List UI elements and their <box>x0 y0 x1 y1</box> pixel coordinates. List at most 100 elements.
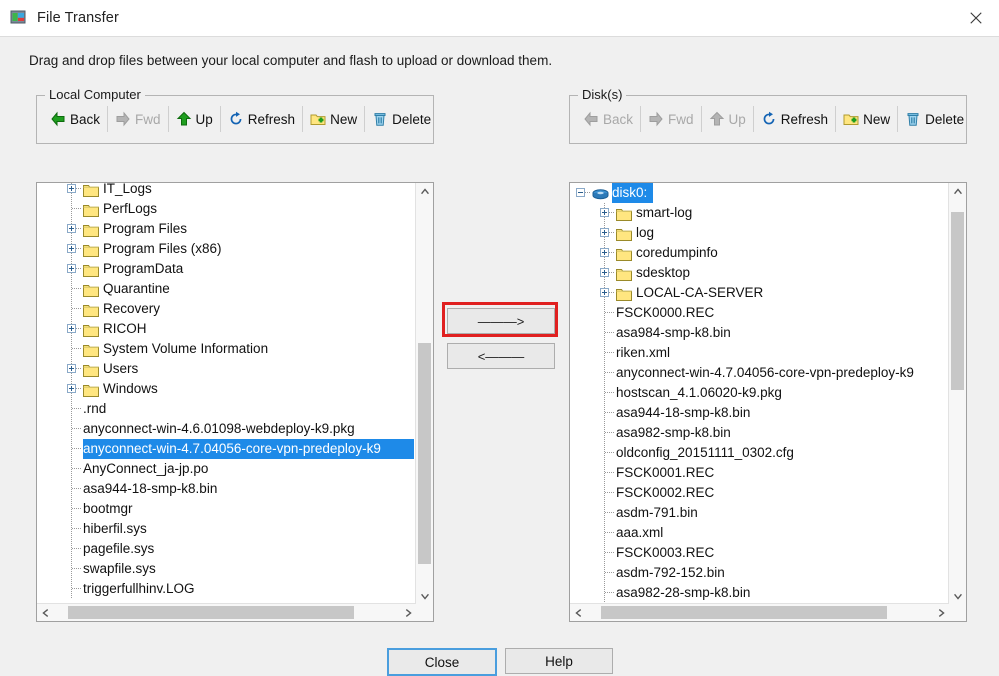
tree-row[interactable]: LOCAL-CA-SERVER <box>570 283 949 303</box>
tree-row[interactable]: FSCK0002.REC <box>570 483 949 503</box>
chevron-right-icon[interactable] <box>932 604 949 621</box>
tree-row[interactable]: IT_Logs <box>37 183 416 199</box>
disk-horizontal-scrollbar[interactable] <box>570 603 949 621</box>
tree-row[interactable]: asa944-18-smp-k8.bin <box>570 403 949 423</box>
tree-row[interactable]: Program Files (x86) <box>37 239 416 259</box>
tree-row[interactable]: triggerfullhinv.LOG <box>37 579 416 599</box>
tree-row[interactable]: log <box>570 223 949 243</box>
collapse-icon[interactable] <box>576 188 585 197</box>
tree-connector-line <box>605 452 615 453</box>
transfer-to-disk-label: ———> <box>477 313 525 329</box>
tree-row[interactable]: smart-log <box>570 203 949 223</box>
expand-icon[interactable] <box>600 288 609 297</box>
tree-row[interactable]: oldconfig_20151111_0302.cfg <box>570 443 949 463</box>
trash-icon <box>372 111 388 127</box>
expand-icon[interactable] <box>67 384 76 393</box>
tree-row[interactable]: RICOH <box>37 319 416 339</box>
tree-row[interactable]: swapfile.sys <box>37 559 416 579</box>
tree-row[interactable]: FSCK0003.REC <box>570 543 949 563</box>
transfer-to-local-button[interactable]: <——— <box>447 343 555 369</box>
local-file-tree-panel[interactable]: IT_Logs PerfLogs Program Files Program File… <box>36 182 434 622</box>
tree-row[interactable]: anyconnect-win-4.6.01098-webdeploy-k9.pk… <box>37 419 416 439</box>
tree-row-label: asa944-18-smp-k8.bin <box>83 481 218 496</box>
local-vertical-scrollbar[interactable] <box>415 183 433 604</box>
tree-row[interactable]: riken.xml <box>570 343 949 363</box>
tree-row[interactable]: FSCK0000.REC <box>570 303 949 323</box>
tree-row-label: Program Files <box>103 221 188 236</box>
local-file-tree[interactable]: IT_Logs PerfLogs Program Files Program File… <box>37 183 416 604</box>
tree-row[interactable]: PerfLogs <box>37 199 416 219</box>
tree-row[interactable]: pagefile.sys <box>37 539 416 559</box>
folder-icon <box>83 283 99 297</box>
tree-row[interactable]: .rnd <box>37 399 416 419</box>
disk-file-tree[interactable]: disk0: smart-log log coredumpinfo sdesktop LO… <box>570 183 949 604</box>
tree-row[interactable]: asdm-792-152.bin <box>570 563 949 583</box>
tree-row[interactable]: Recovery <box>37 299 416 319</box>
expand-icon[interactable] <box>67 244 76 253</box>
toolbar-button-new[interactable]: New <box>836 106 899 132</box>
close-icon[interactable] <box>953 0 999 36</box>
tree-row[interactable]: sdesktop <box>570 263 949 283</box>
tree-row[interactable]: disk0: <box>570 183 949 203</box>
disk-vertical-scrollbar[interactable] <box>948 183 966 604</box>
chevron-left-icon[interactable] <box>37 604 54 621</box>
toolbar-button-delete[interactable]: Delete <box>898 106 971 132</box>
tree-row[interactable]: aaa.xml <box>570 523 949 543</box>
tree-row-label: log <box>636 225 655 240</box>
toolbar-button-refresh[interactable]: Refresh <box>221 106 304 132</box>
disk-h-scroll-thumb[interactable] <box>600 606 888 619</box>
local-v-scroll-thumb[interactable] <box>418 343 431 564</box>
tree-row-label: asdm-792-152.bin <box>616 565 725 580</box>
expand-icon[interactable] <box>600 248 609 257</box>
local-horizontal-scrollbar[interactable] <box>37 603 416 621</box>
chevron-down-icon[interactable] <box>949 587 966 604</box>
tree-row[interactable]: asa982-28-smp-k8.bin <box>570 583 949 603</box>
transfer-to-disk-button[interactable]: ———> <box>447 308 555 334</box>
chevron-up-icon[interactable] <box>949 183 966 200</box>
toolbar-button-delete[interactable]: Delete <box>365 106 438 132</box>
tree-row[interactable]: bootmgr <box>37 499 416 519</box>
tree-row[interactable]: anyconnect-win-4.7.04056-core-vpn-predep… <box>37 439 416 459</box>
expand-icon[interactable] <box>67 364 76 373</box>
tree-row[interactable]: hostscan_4.1.06020-k9.pkg <box>570 383 949 403</box>
tree-row[interactable]: asdm-791.bin <box>570 503 949 523</box>
tree-row[interactable]: asa982-smp-k8.bin <box>570 423 949 443</box>
expand-icon[interactable] <box>67 224 76 233</box>
expand-icon[interactable] <box>67 264 76 273</box>
tree-row[interactable]: hiberfil.sys <box>37 519 416 539</box>
chevron-right-icon[interactable] <box>399 604 416 621</box>
expand-icon[interactable] <box>67 324 76 333</box>
tree-row[interactable]: Program Files <box>37 219 416 239</box>
expand-icon[interactable] <box>600 208 609 217</box>
tree-row[interactable]: Windows <box>37 379 416 399</box>
tree-row[interactable]: AnyConnect_ja-jp.po <box>37 459 416 479</box>
disk-file-tree-panel[interactable]: disk0: smart-log log coredumpinfo sdesktop LO… <box>569 182 967 622</box>
local-h-scroll-thumb[interactable] <box>67 606 355 619</box>
expand-icon[interactable] <box>600 228 609 237</box>
chevron-up-icon[interactable] <box>416 183 433 200</box>
tree-row[interactable]: asa984-smp-k8.bin <box>570 323 949 343</box>
tree-row[interactable]: coredumpinfo <box>570 243 949 263</box>
toolbar-button-back[interactable]: Back <box>43 106 109 132</box>
chevron-left-icon[interactable] <box>570 604 587 621</box>
tree-connector-line <box>605 512 615 513</box>
expand-icon[interactable] <box>67 184 76 193</box>
tree-row[interactable]: Quarantine <box>37 279 416 299</box>
tree-row[interactable]: Users <box>37 359 416 379</box>
local-computer-group-label: Local Computer <box>45 87 145 102</box>
toolbar-button-up[interactable]: Up <box>169 106 221 132</box>
close-button[interactable]: Close <box>387 648 497 676</box>
disk-v-scroll-thumb[interactable] <box>951 211 964 390</box>
tree-row-label: anyconnect-win-4.6.01098-webdeploy-k9.pk… <box>83 421 355 436</box>
toolbar-button-new[interactable]: New <box>303 106 366 132</box>
tree-row-label: AnyConnect_ja-jp.po <box>83 461 209 476</box>
toolbar-button-refresh[interactable]: Refresh <box>754 106 837 132</box>
tree-row[interactable]: ProgramData <box>37 259 416 279</box>
tree-row[interactable]: asa944-18-smp-k8.bin <box>37 479 416 499</box>
chevron-down-icon[interactable] <box>416 587 433 604</box>
tree-row[interactable]: System Volume Information <box>37 339 416 359</box>
expand-icon[interactable] <box>600 268 609 277</box>
tree-row[interactable]: anyconnect-win-4.7.04056-core-vpn-predep… <box>570 363 949 383</box>
folder-icon <box>616 207 632 221</box>
tree-row[interactable]: FSCK0001.REC <box>570 463 949 483</box>
